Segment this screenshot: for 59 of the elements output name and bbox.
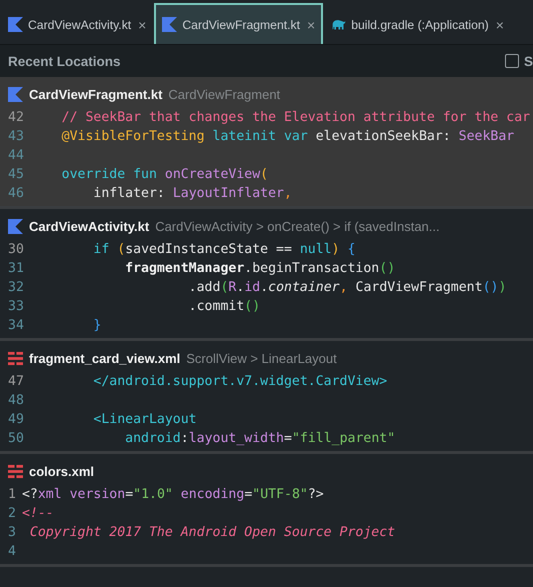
code-line: } bbox=[92, 318, 102, 333]
line-number: 45 bbox=[8, 167, 24, 182]
code-line: // SeekBar that changes the Elevation attribute for the car bbox=[60, 110, 530, 125]
code-line: <!-- bbox=[22, 506, 54, 521]
code-line: fragmentManager.beginTransaction() bbox=[124, 261, 396, 276]
line-number: 32 bbox=[8, 280, 24, 295]
kotlin-icon bbox=[8, 17, 23, 32]
code-line: @VisibleForTesting lateinit var elevationSeekBar: SeekBar bbox=[60, 129, 514, 144]
close-icon[interactable]: × bbox=[138, 16, 146, 32]
editor-tab[interactable]: CardViewFragment.kt × bbox=[154, 3, 324, 44]
line-number: 44 bbox=[8, 148, 24, 163]
code-line: if (savedInstanceState == null) { bbox=[92, 242, 356, 257]
line-number: 31 bbox=[8, 261, 24, 276]
code-line: <?xml version="1.0" encoding="UTF-8"?> bbox=[22, 487, 324, 502]
xml-file-icon bbox=[8, 464, 23, 478]
kotlin-icon bbox=[8, 86, 23, 102]
elephant-icon bbox=[331, 17, 346, 32]
line-number: 3 bbox=[8, 525, 16, 540]
line-number: 47 bbox=[8, 374, 24, 389]
location-card[interactable] bbox=[0, 77, 533, 209]
checkbox[interactable] bbox=[504, 54, 519, 68]
kotlin-icon bbox=[8, 218, 23, 234]
breadcrumb: CardViewActivity > onCreate() > if (savedInstan... bbox=[155, 218, 440, 234]
code-line: inflater: LayoutInflater, bbox=[92, 186, 292, 201]
editor-tab[interactable]: build.gradle (:Application) × bbox=[323, 3, 512, 44]
location-card[interactable]: colors.xml 1 <?xml version="1.0" encoding="UTF-8"?> 2 <!-- 3 Copyright 2017 The Android Open Source Project 4 bbox=[0, 454, 533, 567]
line-number: 34 bbox=[8, 318, 24, 333]
kotlin-icon bbox=[162, 17, 178, 32]
code-line: Copyright 2017 The Android Open Source Project bbox=[28, 525, 396, 540]
option-checkbox[interactable]: S bbox=[504, 54, 533, 68]
line-number: 33 bbox=[8, 299, 24, 314]
close-icon[interactable]: × bbox=[307, 16, 316, 32]
line-number: 43 bbox=[8, 129, 24, 144]
line-number: 30 bbox=[8, 242, 24, 257]
code-line: <LinearLayout bbox=[92, 412, 197, 427]
line-number: 2 bbox=[8, 506, 16, 521]
location-card[interactable]: fragment_card_view.xml ScrollView > LinearLayout 47 </android.support.v7.widget.CardView> 48 49 <LinearLayout 50 android:layout_width="fill_parent" bbox=[0, 341, 533, 454]
popup-title: Recent Locations bbox=[8, 54, 121, 68]
file-name: CardViewActivity.kt bbox=[29, 218, 150, 234]
code-line: android:layout_width="fill_parent" bbox=[124, 431, 396, 446]
line-number: 42 bbox=[8, 110, 24, 125]
code-line: .commit() bbox=[188, 299, 260, 314]
code-line: </android.support.v7.widget.CardView> bbox=[92, 374, 388, 389]
code-line: .add(R.id.container, CardViewFragment()) bbox=[188, 280, 506, 295]
file-name: CardViewFragment.kt bbox=[29, 86, 162, 102]
line-number: 1 bbox=[8, 487, 16, 502]
line-number: 4 bbox=[8, 544, 16, 559]
editor-tab[interactable]: CardViewActivity.kt × bbox=[0, 3, 154, 44]
line-number: 48 bbox=[8, 393, 24, 408]
breadcrumb: ScrollView > LinearLayout bbox=[186, 350, 337, 366]
line-number: 46 bbox=[8, 186, 24, 201]
line-number: 50 bbox=[8, 431, 24, 446]
breadcrumb: CardViewFragment bbox=[168, 86, 280, 102]
code-line: override fun onCreateView( bbox=[60, 167, 268, 182]
file-name: colors.xml bbox=[29, 464, 94, 478]
file-name: fragment_card_view.xml bbox=[29, 350, 180, 366]
line-number: 49 bbox=[8, 412, 24, 427]
xml-file-icon bbox=[8, 350, 23, 366]
close-icon[interactable]: × bbox=[496, 16, 504, 32]
